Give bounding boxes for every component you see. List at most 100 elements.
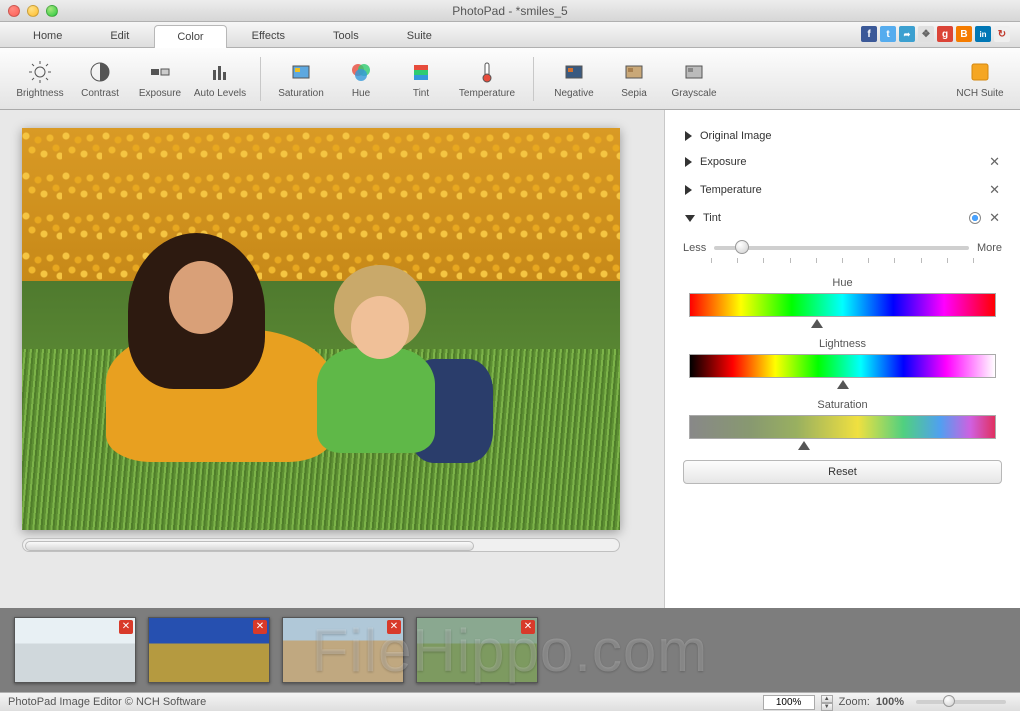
remove-layer-button[interactable]: ✕ (989, 182, 1000, 198)
nch-suite-button[interactable]: NCH Suite (950, 55, 1010, 103)
brightness-button[interactable]: Brightness (10, 55, 70, 103)
zoom-label: Zoom: (839, 696, 870, 708)
saturation-button[interactable]: Saturation (271, 55, 331, 103)
layer-label: Exposure (700, 156, 746, 168)
suite-icon (967, 59, 993, 85)
zoom-slider-thumb[interactable] (943, 695, 955, 707)
slider-thumb[interactable] (735, 240, 749, 254)
slider-min-label: Less (683, 242, 706, 254)
toolbar: Brightness Contrast Exposure Auto Levels… (0, 48, 1020, 110)
hue-pointer-icon[interactable] (811, 319, 823, 328)
grayscale-button[interactable]: Grayscale (664, 55, 724, 103)
tint-button[interactable]: Tint (391, 55, 451, 103)
tab-effects[interactable]: Effects (229, 24, 308, 47)
lightness-label: Lightness (683, 338, 1002, 350)
thumbnail-2[interactable]: ✕ (148, 617, 270, 683)
lightness-pointer-icon[interactable] (837, 380, 849, 389)
contrast-icon (87, 59, 113, 85)
google-icon[interactable]: g (937, 26, 953, 42)
zoom-value: 100% (876, 696, 904, 708)
toolbar-separator (533, 57, 534, 101)
twitter-icon[interactable]: t (880, 26, 896, 42)
disclosure-triangle-icon (685, 185, 692, 195)
slider-ticks (711, 258, 974, 263)
tab-color[interactable]: Color (154, 25, 226, 48)
tint-icon (408, 59, 434, 85)
visibility-toggle-icon[interactable] (969, 212, 981, 224)
status-bar: PhotoPad Image Editor © NCH Software ▲▼ … (0, 692, 1020, 711)
disclosure-triangle-icon (685, 157, 692, 167)
disclosure-triangle-icon (685, 215, 695, 222)
tab-strip: Home Edit Color Effects Tools Suite f t … (0, 22, 1020, 48)
close-thumbnail-button[interactable]: ✕ (521, 620, 535, 634)
sepia-icon (621, 59, 647, 85)
product-label: PhotoPad Image Editor © NCH Software (8, 696, 206, 708)
auto-levels-button[interactable]: Auto Levels (190, 55, 250, 103)
hue-icon (348, 59, 374, 85)
lightness-gradient[interactable] (689, 354, 996, 378)
rss-icon[interactable]: ❖ (918, 26, 934, 42)
layer-label: Tint (703, 212, 721, 224)
refresh-icon[interactable]: ↻ (994, 26, 1010, 42)
canvas-area (0, 110, 664, 608)
temperature-icon (474, 59, 500, 85)
close-thumbnail-button[interactable]: ✕ (387, 620, 401, 634)
tab-tools[interactable]: Tools (310, 24, 382, 47)
main-area: Original Image Exposure ✕ Temperature ✕ … (0, 110, 1020, 608)
exposure-button[interactable]: Exposure (130, 55, 190, 103)
remove-layer-button[interactable]: ✕ (989, 210, 1000, 226)
zoom-slider[interactable] (916, 700, 1006, 704)
contrast-button[interactable]: Contrast (70, 55, 130, 103)
image-canvas[interactable] (22, 128, 620, 530)
brightness-icon (27, 59, 53, 85)
hue-button[interactable]: Hue (331, 55, 391, 103)
sepia-button[interactable]: Sepia (604, 55, 664, 103)
reset-button[interactable]: Reset (683, 460, 1002, 484)
hue-gradient[interactable] (689, 293, 996, 317)
linkedin-icon[interactable]: in (975, 26, 991, 42)
auto-levels-icon (207, 59, 233, 85)
thumbnail-3[interactable]: ✕ (282, 617, 404, 683)
toolbar-separator (260, 57, 261, 101)
thumbnail-strip: ✕ ✕ ✕ ✕ FileHippo.com (0, 608, 1020, 692)
window-title: PhotoPad - *smiles_5 (0, 4, 1020, 18)
social-icons: f t ➦ ❖ g B in ↻ (861, 26, 1010, 42)
saturation-gradient[interactable] (689, 415, 996, 439)
layer-label: Temperature (700, 184, 762, 196)
horizontal-scrollbar[interactable] (22, 538, 620, 552)
blog-icon[interactable]: B (956, 26, 972, 42)
tab-suite[interactable]: Suite (384, 24, 455, 47)
layer-temperature[interactable]: Temperature ✕ (683, 176, 1002, 204)
hue-label: Hue (683, 277, 1002, 289)
slider-max-label: More (977, 242, 1002, 254)
thumbnail-1[interactable]: ✕ (14, 617, 136, 683)
close-thumbnail-button[interactable]: ✕ (119, 620, 133, 634)
saturation-pointer-icon[interactable] (798, 441, 810, 450)
adjustments-panel: Original Image Exposure ✕ Temperature ✕ … (664, 110, 1020, 608)
layer-original-image[interactable]: Original Image (683, 124, 1002, 148)
layer-exposure[interactable]: Exposure ✕ (683, 148, 1002, 176)
zoom-controls: ▲▼ Zoom: 100% (763, 695, 1012, 710)
disclosure-triangle-icon (685, 131, 692, 141)
negative-icon (561, 59, 587, 85)
layer-tint[interactable]: Tint ✕ (683, 204, 1002, 232)
saturation-label: Saturation (683, 399, 1002, 411)
tab-edit[interactable]: Edit (87, 24, 152, 47)
remove-layer-button[interactable]: ✕ (989, 154, 1000, 170)
facebook-icon[interactable]: f (861, 26, 877, 42)
zoom-input[interactable] (763, 695, 815, 710)
temperature-button[interactable]: Temperature (451, 55, 523, 103)
zoom-stepper[interactable]: ▲▼ (821, 695, 833, 710)
image-content (22, 128, 620, 530)
close-thumbnail-button[interactable]: ✕ (253, 620, 267, 634)
share-icon[interactable]: ➦ (899, 26, 915, 42)
saturation-icon (288, 59, 314, 85)
tab-home[interactable]: Home (10, 24, 85, 47)
tint-amount-slider[interactable]: Less More (683, 242, 1002, 254)
exposure-icon (147, 59, 173, 85)
layer-label: Original Image (700, 130, 772, 142)
thumbnail-4[interactable]: ✕ (416, 617, 538, 683)
negative-button[interactable]: Negative (544, 55, 604, 103)
slider-track[interactable] (714, 246, 969, 250)
grayscale-icon (681, 59, 707, 85)
